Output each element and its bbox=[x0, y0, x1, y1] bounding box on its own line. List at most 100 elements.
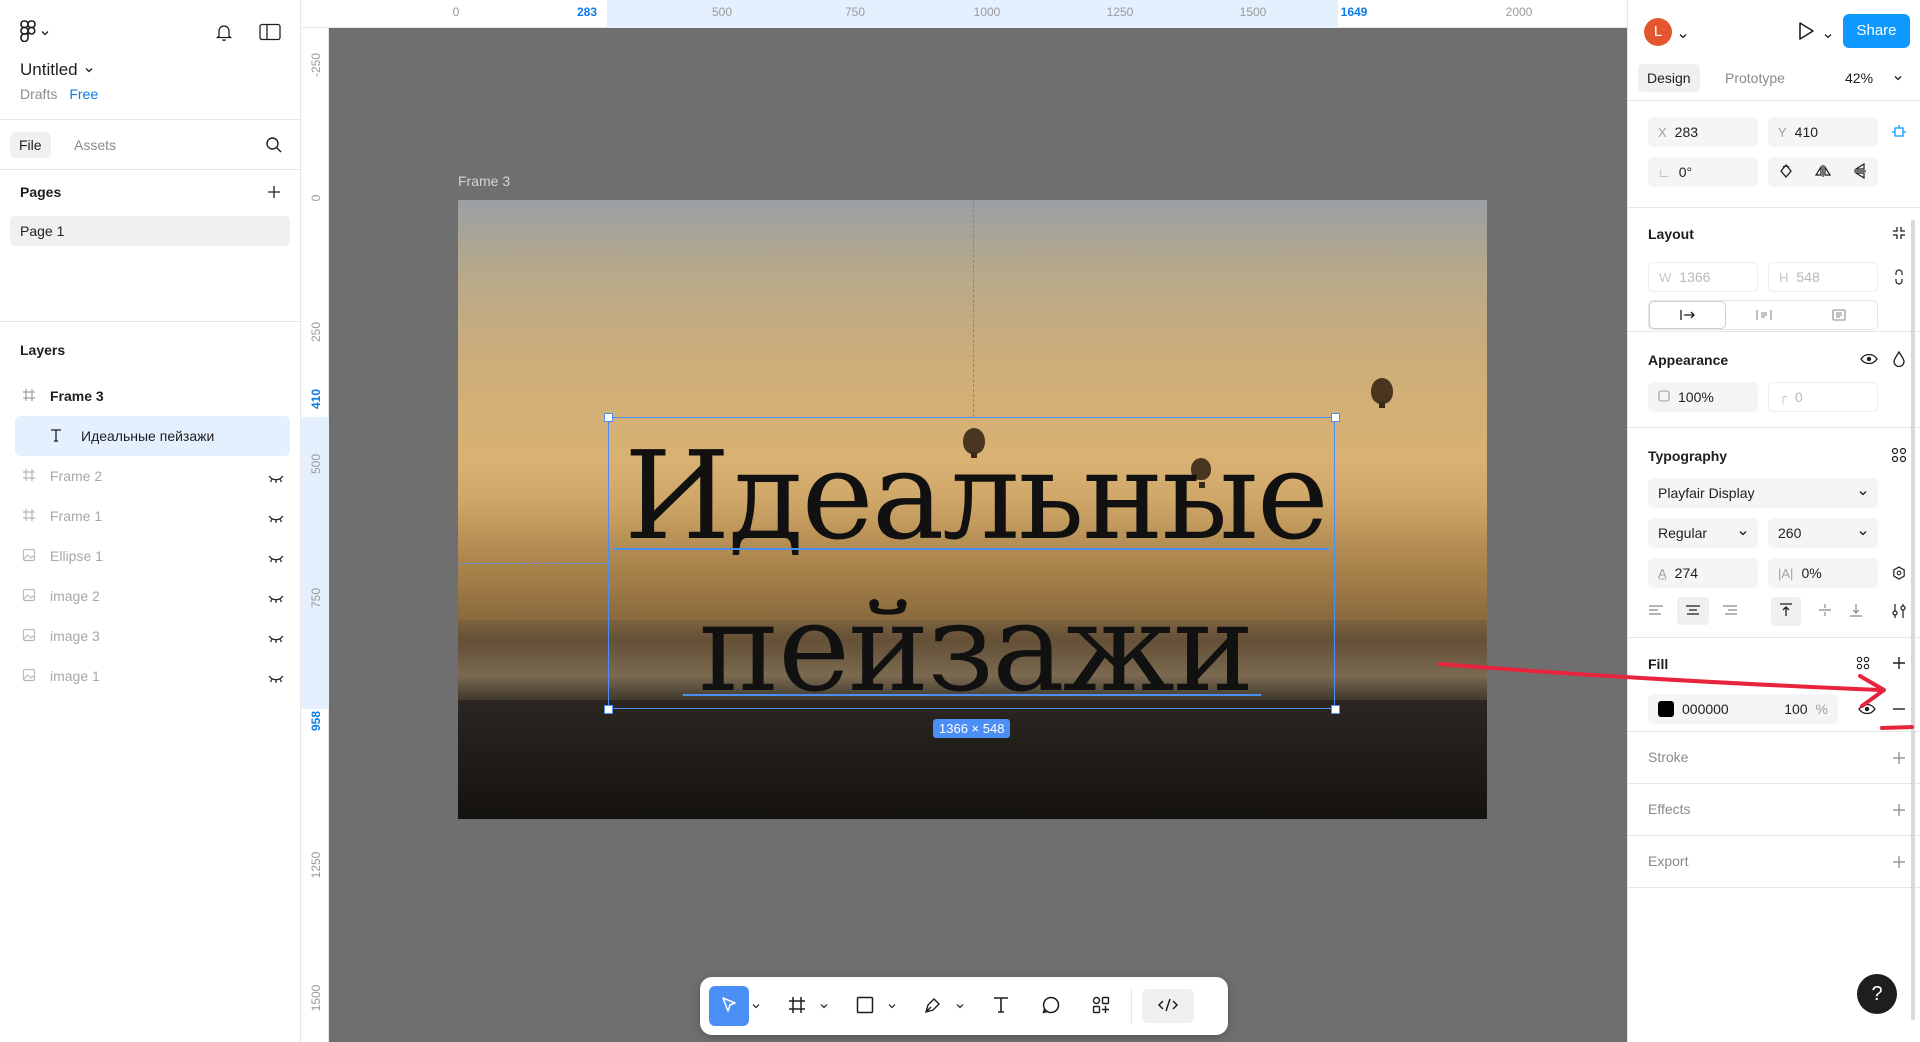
frame-tool-button[interactable] bbox=[777, 986, 817, 1026]
constrain-proportions-icon[interactable] bbox=[1884, 262, 1914, 292]
collapse-icon[interactable] bbox=[1884, 218, 1914, 248]
tab-design[interactable]: Design bbox=[1638, 64, 1700, 92]
y-position-field[interactable]: Y 410 bbox=[1768, 117, 1878, 147]
height-field[interactable]: H 548 bbox=[1768, 262, 1878, 292]
bell-icon[interactable] bbox=[212, 20, 236, 44]
auto-height-option[interactable] bbox=[1726, 301, 1801, 329]
opacity-field[interactable]: 100% bbox=[1648, 382, 1758, 412]
align-top-icon[interactable] bbox=[1770, 596, 1801, 626]
corner-radius-field[interactable]: ╭ 0 bbox=[1768, 382, 1878, 412]
align-center-icon[interactable] bbox=[1677, 597, 1709, 625]
main-menu-button[interactable] bbox=[20, 20, 50, 45]
align-right-icon[interactable] bbox=[1722, 603, 1738, 619]
letter-spacing-field[interactable]: |A| 0% bbox=[1768, 558, 1878, 588]
x-position-field[interactable]: X 283 bbox=[1648, 117, 1758, 147]
file-location: Drafts Free bbox=[20, 86, 98, 102]
page-item[interactable]: Page 1 bbox=[10, 216, 290, 246]
layer-item[interactable]: image 2 bbox=[0, 576, 300, 616]
layer-item[interactable]: Ellipse 1 bbox=[0, 536, 300, 576]
hidden-eye-icon[interactable] bbox=[268, 591, 284, 603]
move-tool-button[interactable] bbox=[709, 986, 749, 1026]
rotate-icon[interactable] bbox=[1779, 163, 1793, 182]
line-height-field[interactable]: A̲ 274 bbox=[1648, 558, 1758, 588]
layer-item[interactable]: Идеальные пейзажи bbox=[15, 416, 290, 456]
add-page-icon[interactable] bbox=[264, 182, 284, 202]
align-middle-icon[interactable] bbox=[1818, 603, 1832, 620]
font-size-select[interactable]: 260 bbox=[1768, 518, 1878, 548]
selection-box[interactable] bbox=[608, 417, 1335, 709]
add-export-icon[interactable] bbox=[1884, 847, 1914, 877]
help-button[interactable]: ? bbox=[1857, 974, 1897, 1014]
resize-handle[interactable] bbox=[1331, 413, 1340, 422]
zoom-level[interactable]: 42% bbox=[1845, 70, 1903, 86]
actions-tool-button[interactable] bbox=[1081, 986, 1121, 1026]
rectangle-tool-button[interactable] bbox=[845, 986, 885, 1026]
auto-width-option[interactable] bbox=[1649, 301, 1727, 329]
chevron-down-icon[interactable] bbox=[817, 986, 831, 1026]
visibility-eye-icon[interactable] bbox=[1854, 344, 1884, 374]
hidden-eye-icon[interactable] bbox=[268, 551, 284, 563]
constraints-icon[interactable] bbox=[1884, 117, 1914, 147]
align-left-icon[interactable] bbox=[1648, 603, 1664, 619]
ruler-tick-label: 750 bbox=[844, 5, 866, 19]
file-title[interactable]: Untitled bbox=[20, 60, 94, 80]
share-button[interactable]: Share bbox=[1843, 14, 1910, 48]
search-icon[interactable] bbox=[262, 133, 286, 157]
tab-prototype[interactable]: Prototype bbox=[1716, 64, 1794, 92]
styles-grid-icon[interactable] bbox=[1848, 648, 1878, 678]
layer-item[interactable]: Frame 2 bbox=[0, 456, 300, 496]
toolbar-divider bbox=[1131, 988, 1132, 1024]
chevron-down-icon[interactable] bbox=[749, 986, 763, 1026]
font-family-select[interactable]: Playfair Display bbox=[1648, 478, 1878, 508]
hidden-eye-icon[interactable] bbox=[268, 631, 284, 643]
drafts-link[interactable]: Drafts bbox=[20, 86, 57, 102]
add-stroke-icon[interactable] bbox=[1884, 743, 1914, 773]
chevron-down-icon[interactable] bbox=[953, 986, 967, 1026]
chevron-down-icon[interactable] bbox=[885, 986, 899, 1026]
fill-visibility-eye-icon[interactable] bbox=[1852, 694, 1882, 724]
dev-mode-toggle[interactable] bbox=[1142, 989, 1194, 1023]
letter-spacing-value: 0% bbox=[1801, 565, 1822, 581]
layer-item[interactable]: image 3 bbox=[0, 616, 300, 656]
chevron-down-icon[interactable] bbox=[1823, 28, 1833, 44]
canvas[interactable]: Frame 3 Идеальные пейзажи 1366 × 548 bbox=[329, 28, 1627, 1042]
pen-tool-button[interactable] bbox=[913, 986, 953, 1026]
tab-assets[interactable]: Assets bbox=[65, 132, 125, 158]
hidden-eye-icon[interactable] bbox=[268, 671, 284, 683]
panel-scrollbar[interactable] bbox=[1911, 220, 1915, 1020]
flip-horizontal-icon[interactable] bbox=[1814, 164, 1832, 181]
add-effect-icon[interactable] bbox=[1884, 795, 1914, 825]
fill-swatch[interactable] bbox=[1658, 701, 1674, 717]
present-play-icon[interactable] bbox=[1796, 20, 1816, 45]
text-tool-button[interactable] bbox=[981, 986, 1021, 1026]
layer-item[interactable]: Frame 1 bbox=[0, 496, 300, 536]
frame-label[interactable]: Frame 3 bbox=[458, 173, 510, 189]
align-bottom-icon[interactable] bbox=[1849, 603, 1863, 620]
resize-handle[interactable] bbox=[1331, 705, 1340, 714]
comment-tool-button[interactable] bbox=[1031, 986, 1071, 1026]
layer-item[interactable]: Frame 3 bbox=[0, 376, 300, 416]
chevron-down-icon[interactable] bbox=[1678, 28, 1688, 44]
font-style-select[interactable]: Regular bbox=[1648, 518, 1758, 548]
text-options-icon[interactable] bbox=[1884, 596, 1914, 626]
width-field[interactable]: W 1366 bbox=[1648, 262, 1758, 292]
hidden-eye-icon[interactable] bbox=[268, 471, 284, 483]
layer-name: Frame 2 bbox=[50, 468, 103, 484]
flip-vertical-icon[interactable] bbox=[1853, 162, 1867, 182]
remove-fill-icon[interactable] bbox=[1884, 694, 1914, 724]
text-styles-icon[interactable] bbox=[1884, 440, 1914, 470]
sidebar-toggle-icon[interactable] bbox=[258, 20, 282, 44]
rotation-field[interactable]: ∟ 0° bbox=[1648, 157, 1758, 187]
plan-badge[interactable]: Free bbox=[69, 86, 98, 102]
hidden-eye-icon[interactable] bbox=[268, 511, 284, 523]
fill-color-field[interactable]: 000000 100 % bbox=[1648, 694, 1838, 724]
tab-file[interactable]: File bbox=[10, 132, 51, 158]
add-fill-icon[interactable] bbox=[1884, 648, 1914, 678]
fixed-size-option[interactable] bbox=[1802, 301, 1877, 329]
blend-mode-drop-icon[interactable] bbox=[1884, 344, 1914, 374]
type-settings-icon[interactable] bbox=[1884, 558, 1914, 588]
resize-handle[interactable] bbox=[604, 413, 613, 422]
resize-handle[interactable] bbox=[604, 705, 613, 714]
layer-item[interactable]: image 1 bbox=[0, 656, 300, 696]
avatar[interactable]: L bbox=[1644, 18, 1672, 46]
